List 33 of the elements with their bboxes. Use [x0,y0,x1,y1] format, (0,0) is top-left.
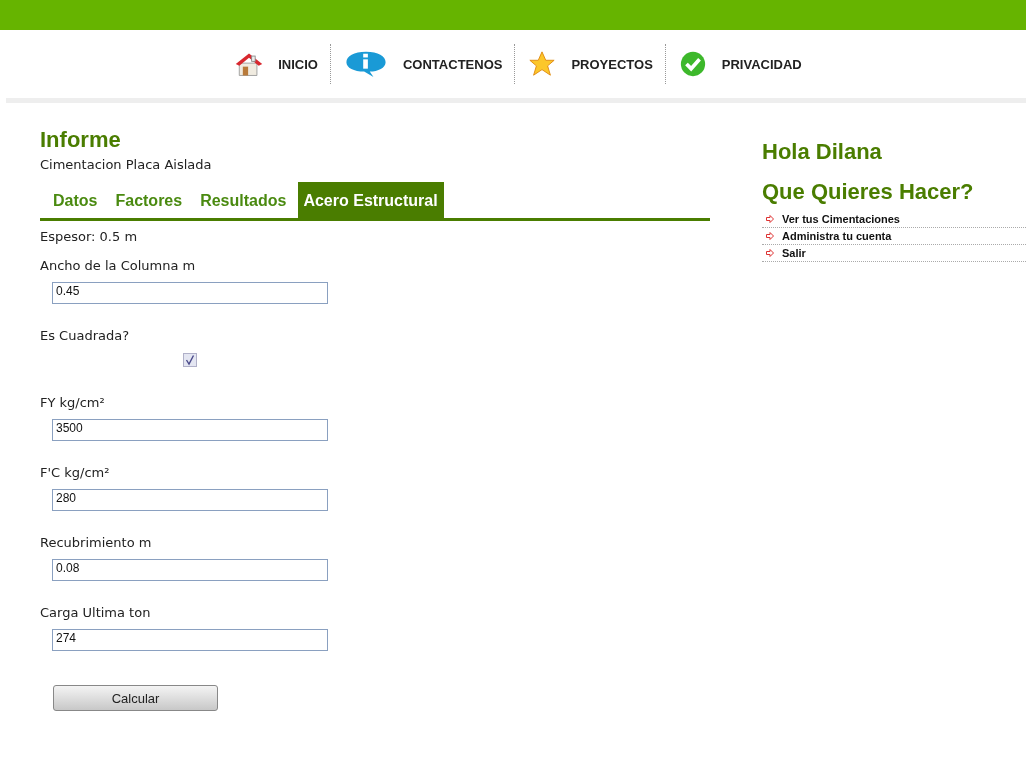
nav-link[interactable]: INICIO [230,50,322,78]
menu-link[interactable]: Administra tu cuenta [782,230,892,242]
arrow-icon [766,215,774,223]
menu-link[interactable]: Ver tus Cimentaciones [782,213,900,225]
input-field[interactable]: 0.45 [52,282,328,304]
star-icon [527,50,558,78]
nav-link[interactable]: PROYECTOS [523,50,657,78]
calculate-button[interactable]: Calcular [53,685,218,711]
nav-link[interactable]: CONTACTENOS [339,50,507,78]
field-label: F'C kg/cm² [40,465,111,480]
tab[interactable]: Acero Estructural [298,182,444,218]
tab[interactable]: Datos [40,182,104,218]
input-field[interactable]: 274 [52,629,328,651]
page-title: Informe [40,127,122,153]
field-label: FY kg/cm² [40,395,106,410]
nav-link[interactable]: PRIVACIDAD [673,50,806,78]
arrow-icon [766,232,774,240]
field-label: Es Cuadrada? [40,328,131,343]
tab[interactable]: Factores [103,182,189,218]
input-field[interactable]: 0.08 [52,559,328,581]
field-label: Recubrimiento m [40,535,153,550]
checkbox[interactable] [183,353,197,367]
input-field[interactable]: 3500 [52,419,328,441]
info-text: Espesor: 0.5 m [40,229,139,244]
subtitle: Cimentacion Placa Aislada [40,157,213,172]
arrow-icon [766,249,774,257]
field-label: Ancho de la Columna m [40,258,197,273]
menu-link[interactable]: Salir [782,247,806,259]
field-label: Carga Ultima ton [40,605,152,620]
input-field[interactable]: 280 [52,489,328,511]
greeting: Hola Dilana [762,139,883,165]
section-heading: Que Quieres Hacer? [762,179,975,205]
tab[interactable]: Resultados [188,182,293,218]
